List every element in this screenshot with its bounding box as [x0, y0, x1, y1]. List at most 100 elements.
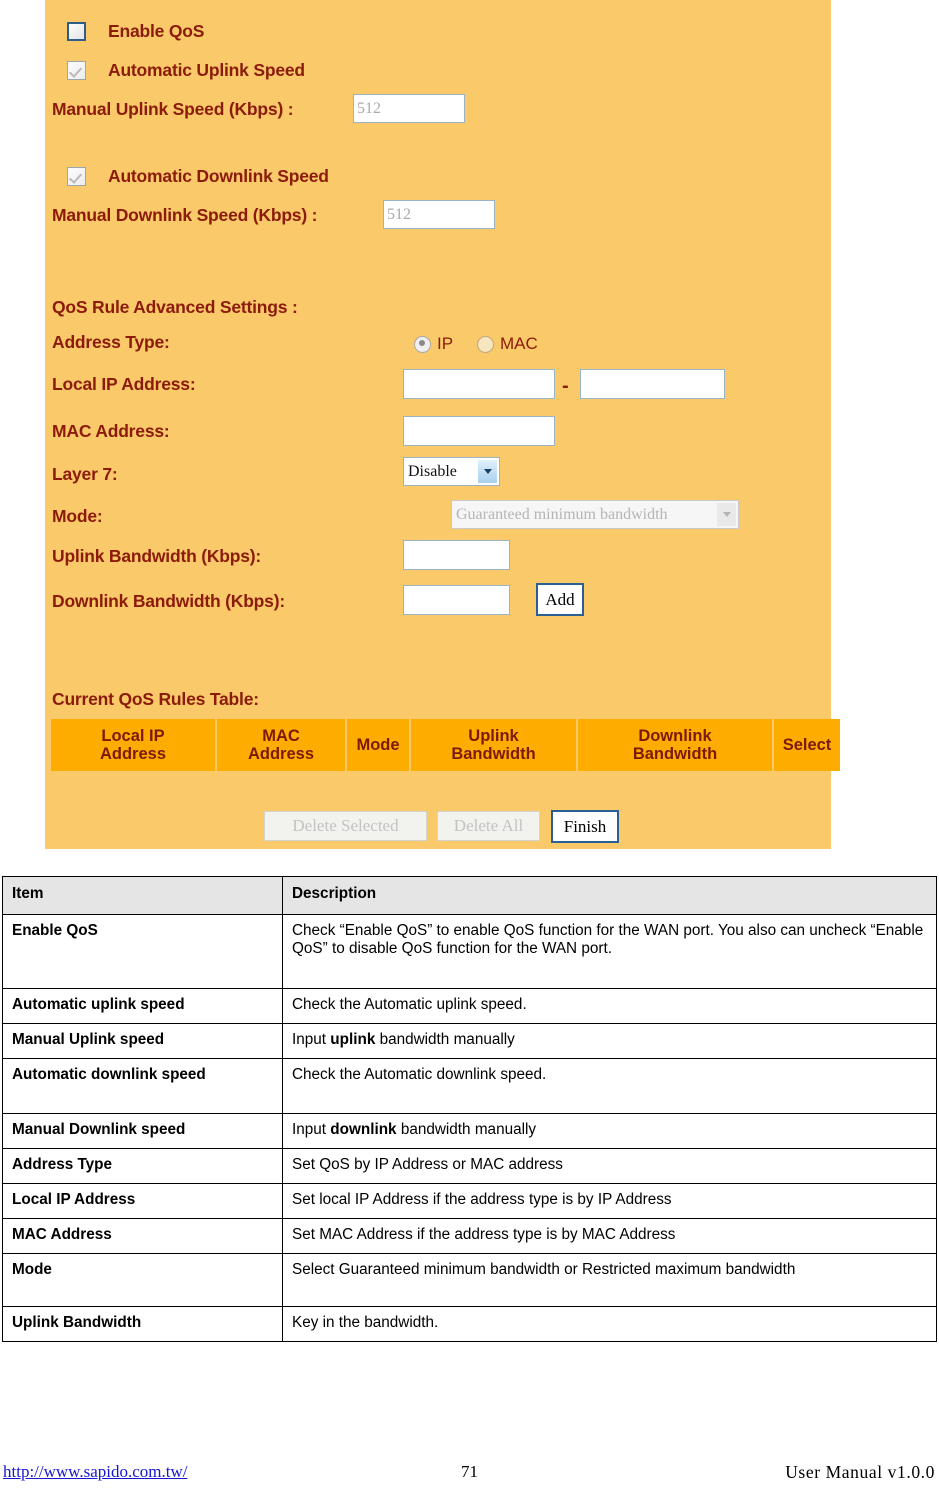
row-item: Automatic uplink speed [2, 987, 283, 1024]
address-type-ip-label: IP [437, 334, 454, 353]
layer7-label: Layer 7: [52, 464, 118, 484]
desc-post: bandwidth manually [375, 1030, 515, 1048]
table-row: Automatic uplink speed Check the Automat… [2, 987, 937, 1024]
uplink-bandwidth-label: Uplink Bandwidth (Kbps): [52, 546, 262, 566]
radio-ip-icon[interactable] [414, 335, 431, 353]
manual-downlink-speed-input[interactable]: 512 [383, 200, 495, 229]
uplink-bandwidth-input[interactable] [403, 540, 510, 570]
row-description: Set local IP Address if the address type… [282, 1182, 937, 1219]
radio-mac-icon[interactable] [477, 335, 494, 353]
address-type-mac-label: MAC [500, 334, 538, 353]
local-ip-address-start-input[interactable] [403, 369, 555, 399]
table-row: MAC Address Set MAC Address if the addre… [2, 1217, 937, 1254]
qos-col-select-label: Select [782, 735, 832, 754]
row-item: Uplink Bandwidth [2, 1305, 283, 1342]
automatic-downlink-speed-checkbox[interactable] [67, 167, 86, 186]
desc-bold: uplink [330, 1030, 376, 1048]
current-qos-rules-table-heading: Current QoS Rules Table: [52, 689, 259, 709]
layer7-select[interactable]: Disable [403, 457, 500, 486]
table-row: Automatic downlink speed Check the Autom… [2, 1057, 937, 1114]
desc-pre: Input [292, 1120, 331, 1138]
enable-qos-checkbox[interactable] [67, 22, 86, 41]
downlink-bandwidth-input[interactable] [403, 585, 510, 615]
desc-pre: Input [292, 1030, 331, 1048]
qos-col-mode-label: Mode [356, 735, 400, 754]
table-row: Address Type Set QoS by IP Address or MA… [2, 1147, 937, 1184]
table-row: Enable QoS Check “Enable QoS” to enable … [2, 913, 937, 989]
table-row: Local IP Address Set local IP Address if… [2, 1182, 937, 1219]
chevron-down-icon[interactable] [478, 460, 497, 483]
qos-col-downlink-bandwidth: Downlink Bandwidth [578, 719, 772, 771]
mode-label: Mode: [52, 506, 103, 526]
address-type-ip-option[interactable]: IP [414, 334, 453, 354]
row-description: Check “Enable QoS” to enable QoS functio… [282, 913, 937, 989]
row-item: Automatic downlink speed [2, 1057, 283, 1114]
header-description: Description [282, 876, 937, 915]
row-description: Check the Automatic downlink speed. [282, 1057, 937, 1114]
row-description: Set MAC Address if the address type is b… [282, 1217, 937, 1254]
automatic-uplink-speed-label: Automatic Uplink Speed [108, 60, 305, 80]
automatic-downlink-speed-row[interactable]: Automatic Downlink Speed [67, 166, 329, 187]
router-config-screenshot: Enable QoS Automatic Uplink Speed Manual… [45, 0, 840, 849]
qos-col-mac-address-line2: Address [247, 745, 315, 763]
row-item: MAC Address [2, 1217, 283, 1254]
page-footer: http://www.sapido.com.tw/ 71 User Manual… [0, 1462, 939, 1494]
delete-all-button[interactable]: Delete All [437, 811, 540, 841]
downlink-bandwidth-label: Downlink Bandwidth (Kbps): [52, 591, 285, 611]
manual-downlink-speed-label: Manual Downlink Speed (Kbps) : [52, 205, 318, 225]
qos-col-select: Select [774, 719, 840, 771]
row-item: Local IP Address [2, 1182, 283, 1219]
mode-select-value: Guaranteed minimum bandwidth [456, 505, 668, 523]
row-item: Manual Downlink speed [2, 1112, 283, 1149]
finish-button[interactable]: Finish [551, 810, 619, 843]
qos-col-downlink-bandwidth-line2: Bandwidth [632, 745, 718, 763]
row-description: Select Guaranteed minimum bandwidth or R… [282, 1252, 937, 1307]
row-item: Manual Uplink speed [2, 1022, 283, 1059]
chevron-down-icon[interactable] [717, 503, 736, 526]
qos-rules-table: Local IP Address MAC Address Mode Uplink… [51, 719, 840, 771]
qos-col-mac-address-line1: MAC [262, 726, 300, 745]
mac-address-input[interactable] [403, 416, 555, 446]
qos-rule-advanced-settings-heading: QoS Rule Advanced Settings : [52, 297, 298, 317]
row-description: Set QoS by IP Address or MAC address [282, 1147, 937, 1184]
table-row: Mode Select Guaranteed minimum bandwidth… [2, 1252, 937, 1307]
table-row: Manual Uplink speed Input uplink bandwid… [2, 1022, 937, 1059]
add-button[interactable]: Add [536, 583, 584, 616]
row-item: Mode [2, 1252, 283, 1307]
row-item: Address Type [2, 1147, 283, 1184]
mode-select[interactable]: Guaranteed minimum bandwidth [451, 500, 739, 529]
enable-qos-label: Enable QoS [108, 21, 205, 41]
desc-post: bandwidth manually [396, 1120, 537, 1138]
item-description-table: Item Description Enable QoS Check “Enabl… [2, 876, 937, 1342]
enable-qos-row[interactable]: Enable QoS [67, 21, 204, 42]
footer-manual-version: User Manual v1.0.0 [785, 1462, 935, 1482]
qos-col-mode: Mode [347, 719, 409, 771]
qos-col-local-ip-address-line2: Address [99, 745, 167, 763]
qos-col-local-ip-address-line1: Local IP [101, 726, 165, 745]
local-ip-address-end-input[interactable] [580, 369, 725, 399]
delete-selected-button[interactable]: Delete Selected [264, 811, 427, 841]
qos-col-mac-address: MAC Address [217, 719, 345, 771]
address-type-label: Address Type: [52, 332, 170, 352]
row-description: Check the Automatic uplink speed. [282, 987, 937, 1024]
row-description: Input downlink bandwidth manually [282, 1112, 937, 1149]
automatic-uplink-speed-row[interactable]: Automatic Uplink Speed [67, 60, 305, 81]
automatic-downlink-speed-label: Automatic Downlink Speed [108, 166, 329, 186]
row-item: Enable QoS [2, 913, 283, 989]
automatic-uplink-speed-checkbox[interactable] [67, 61, 86, 80]
table-header-row: Item Description [2, 876, 937, 915]
qos-col-uplink-bandwidth: Uplink Bandwidth [411, 719, 576, 771]
address-type-mac-option[interactable]: MAC [477, 334, 538, 354]
qos-col-downlink-bandwidth-line1: Downlink [638, 726, 712, 745]
row-description: Input uplink bandwidth manually [282, 1022, 937, 1059]
ip-range-dash: - [562, 375, 569, 397]
local-ip-address-label: Local IP Address: [52, 374, 196, 394]
row-description: Key in the bandwidth. [282, 1305, 937, 1342]
desc-bold: downlink [330, 1120, 397, 1138]
layer7-select-value: Disable [408, 462, 457, 480]
header-item: Item [2, 876, 283, 915]
mac-address-label: MAC Address: [52, 421, 170, 441]
manual-uplink-speed-input[interactable]: 512 [353, 94, 465, 123]
table-row: Uplink Bandwidth Key in the bandwidth. [2, 1305, 937, 1342]
manual-uplink-speed-label: Manual Uplink Speed (Kbps) : [52, 99, 294, 119]
